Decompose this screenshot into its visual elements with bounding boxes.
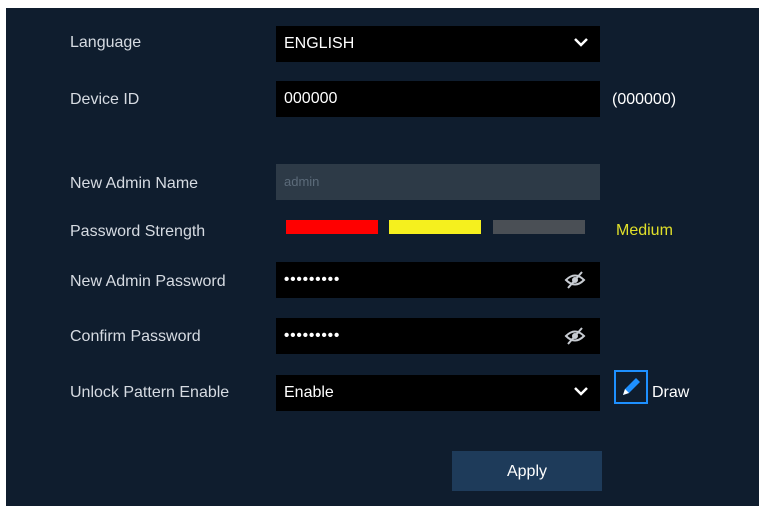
draw-pattern-button[interactable] xyxy=(614,370,648,404)
confirm-password-value: ••••••••• xyxy=(284,327,341,344)
unlock-pattern-label: Unlock Pattern Enable xyxy=(70,384,230,401)
admin-password-input[interactable]: ••••••••• xyxy=(276,262,600,298)
admin-name-label: New Admin Name xyxy=(70,175,199,192)
admin-name-input[interactable]: admin xyxy=(276,164,600,200)
device-id-input[interactable]: 000000 xyxy=(276,81,600,117)
device-id-hint: (000000) xyxy=(612,91,677,108)
language-select[interactable]: ENGLISH xyxy=(276,26,600,62)
language-label: Language xyxy=(70,34,142,51)
language-value: ENGLISH xyxy=(284,35,355,52)
unlock-pattern-value: Enable xyxy=(284,384,334,401)
pencil-icon xyxy=(623,378,640,395)
chevron-down-icon xyxy=(574,387,588,396)
chevron-down-icon xyxy=(574,38,588,47)
eye-off-icon[interactable] xyxy=(564,270,586,290)
device-id-label: Device ID xyxy=(70,91,140,108)
strength-bar-1 xyxy=(286,220,378,234)
admin-password-label: New Admin Password xyxy=(70,273,226,290)
password-strength-label: Password Strength xyxy=(70,223,206,240)
confirm-password-input[interactable]: ••••••••• xyxy=(276,318,600,354)
confirm-password-label: Confirm Password xyxy=(70,328,201,345)
strength-bar-3 xyxy=(493,220,585,234)
draw-label[interactable]: Draw xyxy=(652,384,689,402)
strength-bar-2 xyxy=(389,220,481,234)
apply-button[interactable]: Apply xyxy=(452,451,602,491)
strength-text: Medium xyxy=(616,222,673,239)
eye-off-icon[interactable] xyxy=(564,326,586,346)
admin-password-value: ••••••••• xyxy=(284,271,341,288)
unlock-pattern-select[interactable]: Enable xyxy=(276,375,600,411)
